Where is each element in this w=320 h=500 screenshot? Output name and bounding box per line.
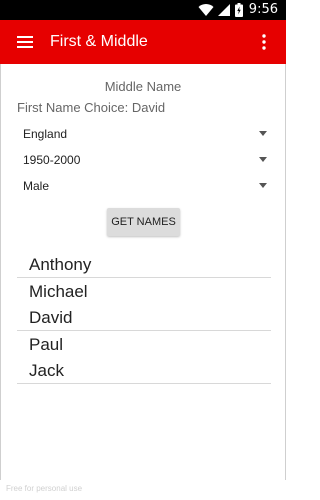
first-name-choice-label: First Name Choice: David [17, 100, 166, 115]
more-vert-icon[interactable] [254, 32, 274, 52]
hamburger-menu-icon[interactable] [17, 35, 33, 49]
gender-spinner-value: Male [23, 179, 50, 193]
get-names-button[interactable]: GET NAMES [107, 208, 180, 236]
dropdown-arrow-icon [259, 183, 267, 188]
watermark: Free for personal use [6, 484, 83, 493]
status-time: 9:56 [248, 2, 278, 17]
list-item[interactable]: Michael [17, 278, 271, 305]
dropdown-arrow-icon [259, 131, 267, 136]
list-item[interactable]: Jack [17, 357, 271, 384]
main-content: Middle Name First Name Choice: David Eng… [0, 64, 286, 480]
battery-icon [234, 3, 243, 17]
app-title: First & Middle [50, 33, 148, 50]
year-range-spinner[interactable]: 1950-2000 [17, 148, 273, 172]
year-range-spinner-value: 1950-2000 [23, 153, 81, 167]
list-item[interactable]: David [17, 304, 271, 331]
gender-spinner[interactable]: Male [17, 174, 273, 198]
page-subtitle: Middle Name [104, 79, 182, 94]
list-item[interactable]: Paul [17, 331, 271, 358]
country-spinner[interactable]: England [17, 122, 273, 146]
dropdown-arrow-icon [259, 157, 267, 162]
signal-icon [217, 4, 230, 16]
status-bar: 9:56 [0, 0, 286, 20]
country-spinner-value: England [23, 127, 68, 141]
names-list: Anthony Michael David Paul Jack [17, 251, 271, 384]
status-icons: 9:56 [198, 2, 278, 18]
wifi-icon [198, 4, 214, 17]
app-bar: First & Middle [0, 20, 286, 64]
list-item[interactable]: Anthony [17, 251, 271, 278]
